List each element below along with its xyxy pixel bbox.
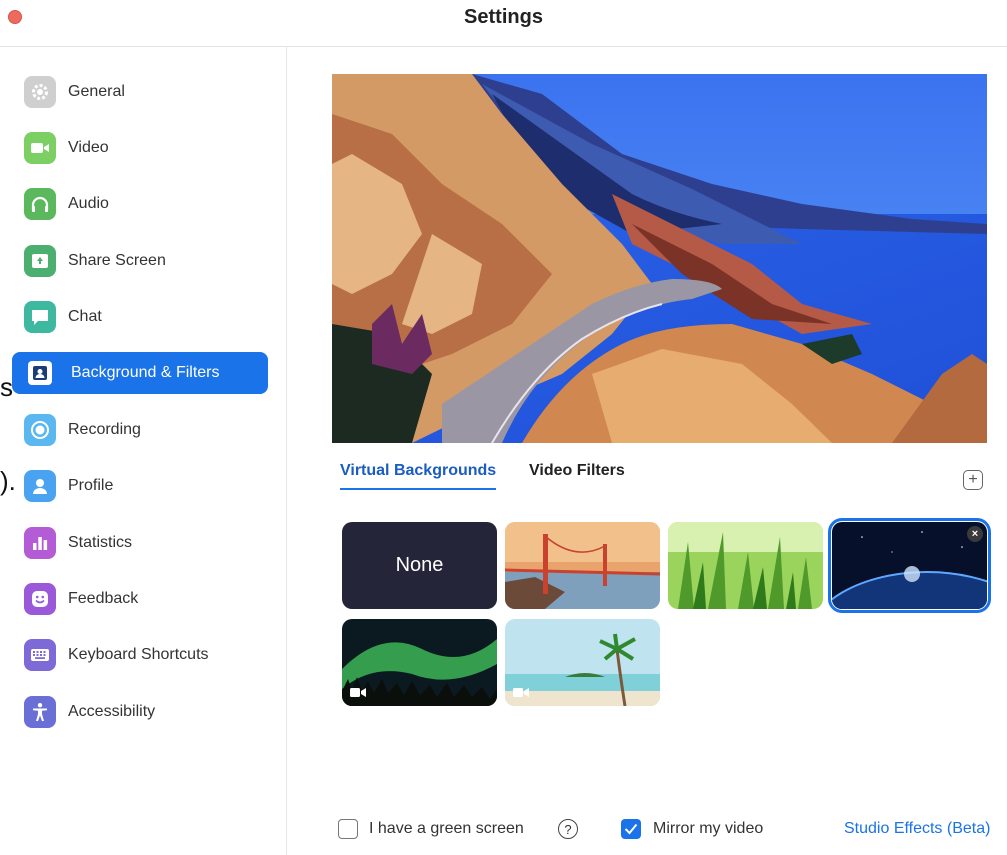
video-camera-icon: [513, 687, 529, 698]
title-bar: Settings: [0, 0, 1007, 47]
studio-effects-link[interactable]: Studio Effects (Beta): [844, 820, 990, 838]
sidebar: General Video Audio Share Screen Chat Ba…: [0, 47, 287, 855]
help-icon[interactable]: ?: [558, 819, 578, 839]
sidebar-item-chat[interactable]: Chat: [12, 296, 268, 338]
green-screen-label: I have a green screen: [369, 820, 524, 837]
sidebar-item-recording[interactable]: Recording: [12, 409, 268, 451]
add-background-button[interactable]: +: [963, 470, 983, 490]
share-screen-icon: [24, 245, 56, 277]
keyboard-icon: [24, 639, 56, 671]
sidebar-item-label: General: [68, 83, 125, 100]
sidebar-item-general[interactable]: General: [12, 71, 268, 113]
footer-options: I have a green screen ? Mirror my video …: [0, 817, 1007, 843]
accessibility-icon: [24, 696, 56, 728]
sidebar-item-accessibility[interactable]: Accessibility: [12, 691, 268, 733]
sidebar-item-share-screen[interactable]: Share Screen: [12, 240, 268, 282]
bar-chart-icon: [24, 527, 56, 559]
sidebar-item-audio[interactable]: Audio: [12, 183, 268, 225]
sidebar-item-label: Statistics: [68, 534, 133, 551]
background-aurora[interactable]: [342, 619, 497, 706]
background-none-label: None: [395, 554, 444, 576]
record-icon: [24, 414, 56, 446]
sidebar-item-label: Chat: [68, 308, 102, 325]
sidebar-item-label: Profile: [68, 477, 114, 494]
background-none[interactable]: None: [342, 522, 497, 609]
smiley-icon: [24, 583, 56, 615]
plus-icon: +: [968, 471, 978, 488]
edge-text-fragment: ).: [0, 466, 16, 496]
tab-virtual-backgrounds[interactable]: Virtual Backgrounds: [340, 462, 497, 490]
background-beach[interactable]: [505, 619, 660, 706]
sidebar-item-label: Video: [68, 139, 109, 156]
person-icon: [24, 470, 56, 502]
mirror-video-label: Mirror my video: [653, 820, 764, 837]
window-title: Settings: [464, 6, 543, 28]
video-preview: [332, 74, 987, 443]
sidebar-item-video[interactable]: Video: [12, 127, 268, 169]
sidebar-item-label: Background & Filters: [71, 364, 220, 381]
sidebar-item-keyboard-shortcuts[interactable]: Keyboard Shortcuts: [12, 634, 268, 676]
background-earth-from-space[interactable]: ×: [828, 518, 991, 613]
mirror-video-checkbox[interactable]: [621, 819, 641, 839]
video-camera-icon: [350, 687, 366, 698]
sidebar-item-label: Share Screen: [68, 252, 166, 269]
sidebar-item-label: Accessibility: [68, 703, 156, 720]
sidebar-item-label: Recording: [68, 421, 141, 438]
portrait-icon: [28, 361, 52, 385]
sidebar-item-background-filters[interactable]: Background & Filters: [12, 352, 268, 394]
sidebar-item-label: Audio: [68, 195, 109, 212]
gear-icon: [24, 76, 56, 108]
sidebar-item-statistics[interactable]: Statistics: [12, 522, 268, 564]
sidebar-item-label: Keyboard Shortcuts: [68, 646, 209, 663]
chat-icon: [24, 301, 56, 333]
camera-icon: [24, 132, 56, 164]
checkmark-icon: [624, 823, 638, 835]
sidebar-item-feedback[interactable]: Feedback: [12, 578, 268, 620]
green-screen-checkbox[interactable]: [338, 819, 358, 839]
background-grass[interactable]: [668, 522, 823, 609]
tab-video-filters[interactable]: Video Filters: [529, 462, 625, 488]
close-icon[interactable]: ×: [967, 526, 983, 542]
headphones-icon: [24, 188, 56, 220]
sidebar-item-label: Feedback: [68, 590, 139, 607]
sidebar-item-profile[interactable]: Profile: [12, 465, 268, 507]
edge-text-fragment: s: [0, 372, 13, 402]
background-golden-gate-bridge[interactable]: [505, 522, 660, 609]
